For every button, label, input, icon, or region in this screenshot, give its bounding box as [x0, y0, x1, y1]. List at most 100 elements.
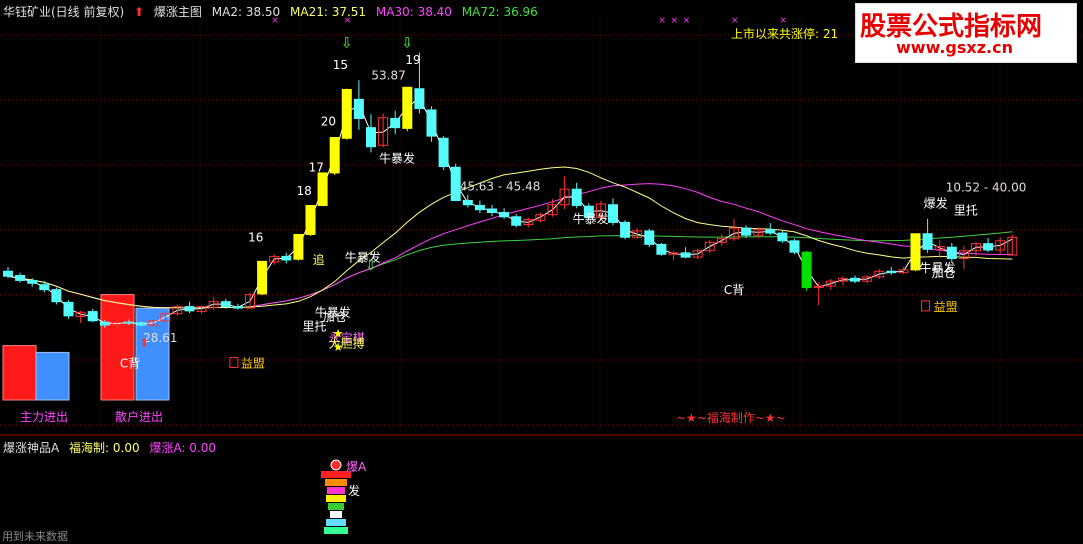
footer-note: 用到未来数据 — [2, 530, 68, 543]
candle-body — [402, 86, 413, 129]
moving-average-lines — [7, 97, 1013, 325]
signal-label: 里托 — [954, 204, 978, 218]
signal-label: 追 — [313, 252, 325, 267]
candle-body — [886, 270, 897, 274]
fuhai-value: 福海制: 0.00 — [69, 441, 140, 455]
inflow-bar — [100, 294, 135, 401]
candle-body — [620, 221, 631, 238]
candle-body — [317, 172, 328, 206]
pyramid-segment — [326, 519, 346, 526]
candle-body — [136, 322, 147, 326]
ma2-value: MA2: 38.50 — [211, 5, 281, 19]
candle-body — [124, 321, 134, 324]
signal-label: C背 — [724, 283, 744, 297]
candle-body — [789, 240, 800, 253]
limit-count-label: 17 — [309, 161, 324, 175]
candle-body — [257, 260, 268, 295]
pyramid-segment — [327, 487, 345, 494]
candle-body — [184, 306, 195, 312]
candle-body — [3, 270, 13, 277]
candle-body — [220, 301, 231, 308]
candle-body — [499, 212, 510, 218]
signal-label: C背 — [120, 356, 140, 370]
indicator-title[interactable]: 爆涨主图 — [154, 5, 202, 19]
candle-body — [765, 229, 776, 234]
candle-body — [474, 204, 485, 211]
ma72-value: MA72: 36.96 — [461, 5, 538, 19]
candle-body — [741, 227, 752, 236]
star-icon: ★ — [333, 340, 344, 354]
candle-body — [293, 233, 304, 260]
pyramid-segment — [328, 503, 344, 510]
candle-body — [99, 321, 110, 326]
candle-body — [487, 208, 497, 214]
red-box-icon — [229, 356, 239, 368]
side-bar-label: 主力进出 — [20, 410, 68, 424]
watermark-logo: 股票公式指标网 www.gsxz.cn — [855, 3, 1077, 63]
top-marker: × — [683, 16, 691, 26]
candle-body — [777, 232, 788, 242]
signal-label: 加仓 — [932, 266, 956, 280]
candle-body — [390, 117, 401, 129]
watermark-line2: www.gsxz.cn — [896, 38, 1013, 57]
stock-title[interactable]: 华钰矿业(日线 前复权) — [3, 5, 124, 19]
candle-body — [39, 284, 50, 291]
candle-body — [329, 137, 340, 174]
side-volume-bars: 主力进出 散户进出 — [2, 294, 170, 424]
candle-body — [51, 289, 62, 303]
lower-header: 爆涨神品A 福海制: 0.00 爆涨A: 0.00 — [3, 439, 222, 456]
pyramid-segment — [326, 495, 346, 502]
candle-body — [27, 279, 38, 284]
candle-body — [341, 88, 352, 139]
signal-label: 爆发 — [924, 196, 948, 211]
limit-count-label: 19 — [405, 53, 420, 67]
price-label-high: 53.87 — [371, 69, 405, 83]
red-arrow-icon: ⬆ — [134, 5, 145, 19]
candle-body — [305, 204, 316, 235]
signal-label: 牛暴发 — [573, 211, 609, 226]
green-down-arrow-icon: ⇩ — [401, 36, 413, 52]
candle-body — [366, 127, 376, 148]
limit-count-label: 18 — [297, 184, 312, 198]
lower-signal-label: 爆A — [346, 460, 367, 474]
candle-body — [850, 277, 860, 282]
signal-dot-icon — [330, 459, 342, 471]
pyramid-segment — [330, 511, 342, 518]
candle-body — [608, 204, 618, 223]
ma21-value: MA21: 37.51 — [290, 5, 367, 19]
candle-body — [15, 274, 26, 281]
limit-count-label: 16 — [248, 231, 263, 245]
candle-body — [983, 243, 994, 251]
green-down-arrow-icon: ⇩ — [365, 258, 377, 274]
signal-label: 里托 — [302, 320, 326, 334]
ma2-line — [7, 97, 1013, 325]
price-label: 45.63 - 45.48 — [460, 180, 541, 194]
chart-canvas: 主力进出 散户进出 53.8745.63 - 45.4828.6110.52 - … — [0, 16, 1083, 534]
candle-body — [644, 230, 655, 245]
candle-body — [353, 98, 364, 119]
price-label: 10.52 - 40.00 — [946, 180, 1027, 194]
lower-title[interactable]: 爆涨神品A — [3, 441, 59, 455]
baozhang-value: 爆涨A: 0.00 — [149, 441, 217, 455]
top-marker: × — [658, 16, 666, 26]
candle-body — [656, 243, 667, 255]
candle-body — [414, 88, 425, 110]
signal-label: 益盟 — [934, 300, 958, 314]
candle-body — [571, 188, 582, 206]
candle-body — [801, 251, 812, 289]
outflow-bar — [35, 351, 70, 401]
limit-count-label: 15 — [333, 58, 348, 72]
limit-count-label: 20 — [321, 115, 336, 129]
candle-body — [281, 255, 292, 261]
green-down-arrow-icon: ⇩ — [341, 36, 353, 52]
limit-up-count: 上市以来共涨停: 21 — [731, 27, 839, 41]
side-bar-label: 散户进出 — [115, 409, 163, 424]
candle-body — [87, 311, 98, 322]
top-marker: × — [671, 16, 679, 26]
lower-indicator-panel: 爆A 发 — [321, 459, 367, 534]
credit-text: ~★~福海制作~★~ — [676, 411, 786, 425]
candle-body — [511, 216, 522, 226]
pyramid-segment — [325, 479, 347, 486]
ma30-line — [7, 183, 1013, 309]
candle-body — [438, 137, 449, 168]
